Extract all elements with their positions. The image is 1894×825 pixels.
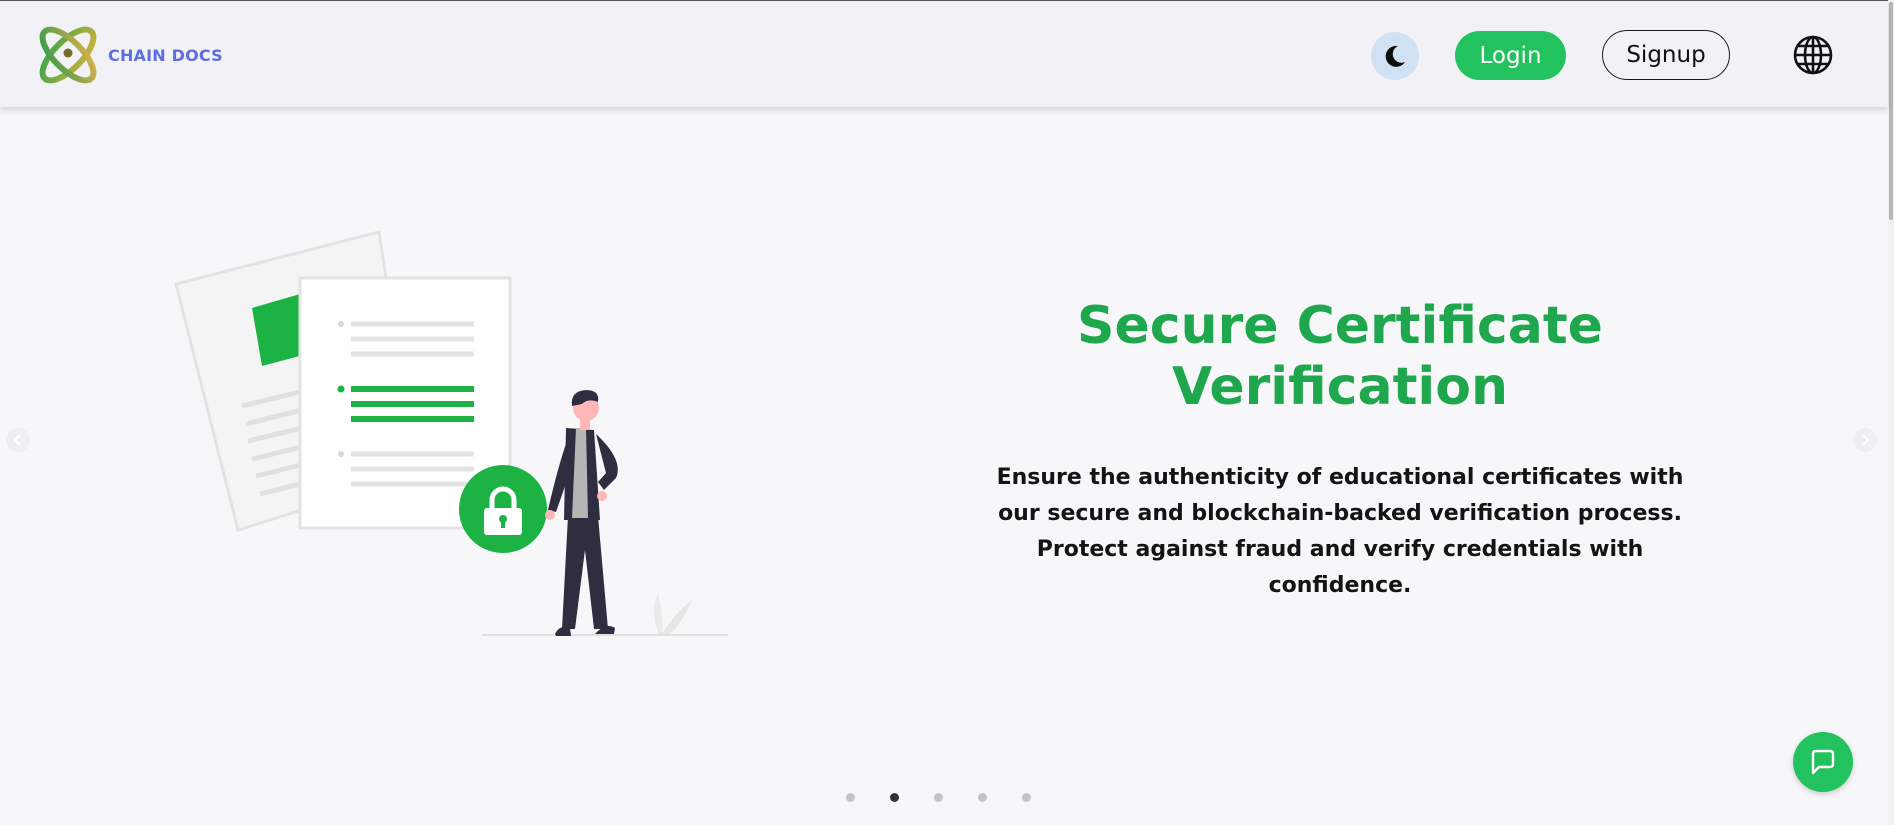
page-scrollbar[interactable] xyxy=(1888,0,1894,825)
certificate-security-illustration xyxy=(174,230,728,636)
person-figure-icon xyxy=(545,390,618,636)
carousel-next-button[interactable] xyxy=(1853,428,1877,452)
brand-logo[interactable]: CHAIN DOCS xyxy=(30,17,223,93)
signup-button[interactable]: Signup xyxy=(1602,30,1730,80)
page: CHAIN DOCS Login Signup Secure Certifica… xyxy=(0,0,1894,825)
carousel-dot-2[interactable] xyxy=(890,793,899,802)
carousel-dot-4[interactable] xyxy=(978,793,987,802)
theme-toggle-button[interactable] xyxy=(1371,32,1419,80)
chevron-left-icon xyxy=(13,434,21,446)
carousel-indicators xyxy=(846,793,1031,802)
carousel-dot-3[interactable] xyxy=(934,793,943,802)
moon-icon xyxy=(1385,45,1405,67)
login-button[interactable]: Login xyxy=(1455,31,1566,80)
chat-bubble-icon xyxy=(1811,749,1835,775)
scrollbar-thumb[interactable] xyxy=(1889,2,1893,220)
carousel-prev-button[interactable] xyxy=(6,428,30,452)
slide-description: Ensure the authenticity of educational c… xyxy=(996,465,1684,598)
top-navbar: CHAIN DOCS Login Signup xyxy=(0,0,1888,107)
chain-docs-logo-icon xyxy=(39,26,97,84)
brand-name: CHAIN DOCS xyxy=(108,45,223,65)
carousel-dot-1[interactable] xyxy=(846,793,855,802)
carousel-dot-5[interactable] xyxy=(1022,793,1031,802)
chevron-right-icon xyxy=(1862,434,1870,446)
padlock-icon xyxy=(459,465,547,553)
plant-icon xyxy=(654,594,663,634)
globe-icon[interactable] xyxy=(1792,34,1834,76)
slide-title: Secure Certificate Verification xyxy=(1077,296,1603,417)
chat-button[interactable] xyxy=(1793,732,1853,792)
